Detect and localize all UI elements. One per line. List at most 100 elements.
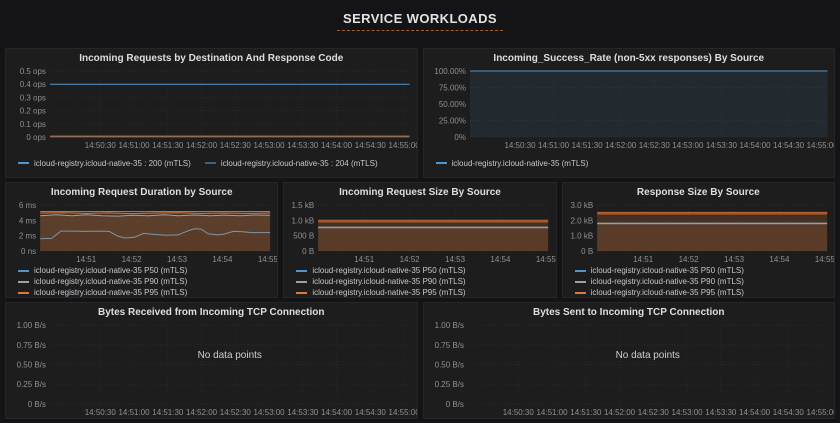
x-tick-label: 14:50:30	[504, 141, 536, 150]
x-tick-label: 14:50:30	[502, 408, 534, 417]
x-tick-label: 14:51:00	[118, 141, 150, 150]
y-tick-label: 1.00 B/s	[17, 321, 46, 330]
panel-response-size: Response Size By Source 3.0 kB2.0 kB1.0 …	[562, 182, 835, 298]
legend-swatch	[18, 292, 29, 294]
panel-title[interactable]: Incoming Request Duration by Source	[6, 183, 277, 201]
chart-bytes-received[interactable]: 1.00 B/s0.75 B/s0.50 B/s0.25 B/s0 B/s14:…	[6, 321, 417, 418]
x-tick-label: 14:53	[445, 255, 466, 264]
panel-title[interactable]: Bytes Sent to Incoming TCP Connection	[424, 303, 835, 321]
x-tick-label: 14:51:00	[538, 141, 570, 150]
x-tick-label: 14:55:00	[806, 141, 834, 150]
x-tick-label: 14:53:30	[705, 408, 737, 417]
series-fill	[597, 212, 827, 251]
y-tick-label: 0.75 B/s	[17, 341, 46, 350]
legend-item[interactable]: icloud-registry.icloud-native-35 : 404 (…	[18, 176, 191, 178]
panel-title[interactable]: Incoming_Success_Rate (non-5xx responses…	[424, 49, 835, 67]
x-tick-label: 14:54:30	[355, 141, 387, 150]
x-tick-label: 14:53:30	[287, 141, 319, 150]
y-tick-label: 0.50 B/s	[17, 361, 46, 370]
y-tick-label: 3.0 kB	[570, 201, 593, 210]
x-tick-label: 14:54:30	[355, 408, 387, 417]
legend-item[interactable]: icloud-registry.icloud-native-35 P50 (mT…	[296, 265, 555, 276]
legend-item[interactable]: icloud-registry.icloud-native-35 P95 (mT…	[575, 287, 834, 298]
series-line	[40, 213, 270, 214]
y-tick-label: 0.25 B/s	[434, 380, 463, 389]
legend-item[interactable]: icloud-registry.icloud-native-35 P90 (mT…	[575, 276, 834, 287]
legend-item[interactable]: icloud-registry.icloud-native-35 : 200 (…	[18, 158, 191, 169]
y-tick-label: 0 B/s	[445, 400, 463, 409]
chart-success-rate[interactable]: 100.00%75.00%50.00%25.00%0%14:50:3014:51…	[424, 67, 835, 151]
legend-item[interactable]: icloud-registry.icloud-native-35 : 204 (…	[205, 158, 378, 169]
y-tick-label: 0.3 ops	[20, 93, 46, 102]
legend-label: icloud-registry.icloud-native-35 P90 (mT…	[34, 277, 187, 286]
legend-item[interactable]: icloud-registry.icloud-native-35 P90 (mT…	[296, 276, 555, 287]
legend-label: icloud-registry.icloud-native-35 P50 (mT…	[312, 266, 465, 275]
legend-swatch	[18, 281, 29, 283]
legend: icloud-registry.icloud-native-35 : 200 (…	[6, 151, 417, 177]
legend-swatch	[18, 162, 29, 164]
legend-swatch	[205, 162, 216, 164]
panel-title[interactable]: Incoming Requests by Destination And Res…	[6, 49, 417, 67]
x-tick-label: 14:54	[491, 255, 512, 264]
x-tick-label: 14:52:30	[637, 408, 669, 417]
chart-request-size[interactable]: 1.5 kB1.0 kB500 B0 B14:5114:5214:5314:54…	[284, 201, 555, 265]
x-tick-label: 14:55	[536, 255, 555, 264]
legend: icloud-registry.icloud-native-35 (mTLS)	[424, 151, 835, 177]
legend-swatch	[436, 162, 447, 164]
panel-request-duration: Incoming Request Duration by Source 6 ms…	[5, 182, 278, 298]
x-tick-label: 14:52	[400, 255, 421, 264]
legend-label: icloud-registry.icloud-native-35 : 200 (…	[34, 159, 191, 168]
x-tick-label: 14:54:30	[773, 141, 805, 150]
x-tick-label: 14:51:30	[571, 141, 603, 150]
y-tick-label: 0.5 ops	[20, 67, 46, 76]
panel-request-size: Incoming Request Size By Source 1.5 kB1.…	[283, 182, 556, 298]
x-tick-label: 14:53:30	[705, 141, 737, 150]
legend-item[interactable]: icloud-registry.icloud-native-35 P95 (mT…	[18, 287, 277, 298]
panel-title[interactable]: Bytes Received from Incoming TCP Connect…	[6, 303, 417, 321]
y-tick-label: 2 ms	[19, 232, 36, 241]
x-tick-label: 14:53	[167, 255, 188, 264]
x-tick-label: 14:55:00	[806, 408, 834, 417]
legend-item[interactable]: icloud-registry.icloud-native-35 P50 (mT…	[18, 265, 277, 276]
legend-item[interactable]: icloud-registry.icloud-native-35 P95 (mT…	[296, 287, 555, 298]
y-tick-label: 0.1 ops	[20, 120, 46, 129]
y-tick-label: 0.75 B/s	[434, 341, 463, 350]
chart-incoming-requests[interactable]: 0.5 ops0.4 ops0.3 ops0.2 ops0.1 ops0 ops…	[6, 67, 417, 151]
legend-swatch	[575, 281, 586, 283]
y-tick-label: 50.00%	[438, 100, 465, 109]
legend-label: icloud-registry.icloud-native-35 (mTLS)	[452, 159, 589, 168]
y-tick-label: 0.4 ops	[20, 80, 46, 89]
x-tick-label: 14:52:30	[220, 141, 252, 150]
no-data-text: No data points	[198, 350, 262, 361]
x-tick-label: 14:51	[76, 255, 97, 264]
x-tick-label: 14:52:00	[186, 408, 218, 417]
x-tick-label: 14:51:00	[536, 408, 568, 417]
x-tick-label: 14:53:00	[671, 408, 703, 417]
y-tick-label: 0%	[454, 133, 466, 142]
x-tick-label: 14:52:00	[604, 408, 636, 417]
x-tick-label: 14:51:30	[152, 141, 184, 150]
panel-bytes-sent: Bytes Sent to Incoming TCP Connection 1.…	[423, 302, 836, 419]
no-data-text: No data points	[615, 350, 679, 361]
panel-title[interactable]: Incoming Request Size By Source	[284, 183, 555, 201]
y-tick-label: 0.25 B/s	[17, 380, 46, 389]
x-tick-label: 14:54	[769, 255, 790, 264]
legend-label: icloud-registry.icloud-native-35 P90 (mT…	[591, 277, 744, 286]
panel-title[interactable]: Response Size By Source	[563, 183, 834, 201]
legend-item[interactable]: icloud-registry.icloud-native-35 P90 (mT…	[18, 276, 277, 287]
x-tick-label: 14:54	[212, 255, 233, 264]
x-tick-label: 14:51:30	[570, 408, 602, 417]
legend: icloud-registry.icloud-native-35 P50 (mT…	[284, 265, 555, 298]
legend-item[interactable]: icloud-registry.icloud-native-35 (mTLS)	[436, 158, 589, 169]
legend-swatch	[575, 270, 586, 272]
chart-response-size[interactable]: 3.0 kB2.0 kB1.0 kB0 B14:5114:5214:5314:5…	[563, 201, 834, 265]
y-tick-label: 0 ns	[21, 247, 36, 256]
x-tick-label: 14:51:30	[152, 408, 184, 417]
x-tick-label: 14:53:00	[254, 141, 286, 150]
chart-bytes-sent[interactable]: 1.00 B/s0.75 B/s0.50 B/s0.25 B/s0 B/s14:…	[424, 321, 835, 418]
chart-request-duration[interactable]: 6 ms4 ms2 ms0 ns14:5114:5214:5314:5414:5…	[6, 201, 277, 265]
x-tick-label: 14:51	[633, 255, 654, 264]
y-tick-label: 100.00%	[434, 67, 466, 76]
legend-item[interactable]: icloud-registry.icloud-native-35 P50 (mT…	[575, 265, 834, 276]
x-tick-label: 14:52	[678, 255, 699, 264]
